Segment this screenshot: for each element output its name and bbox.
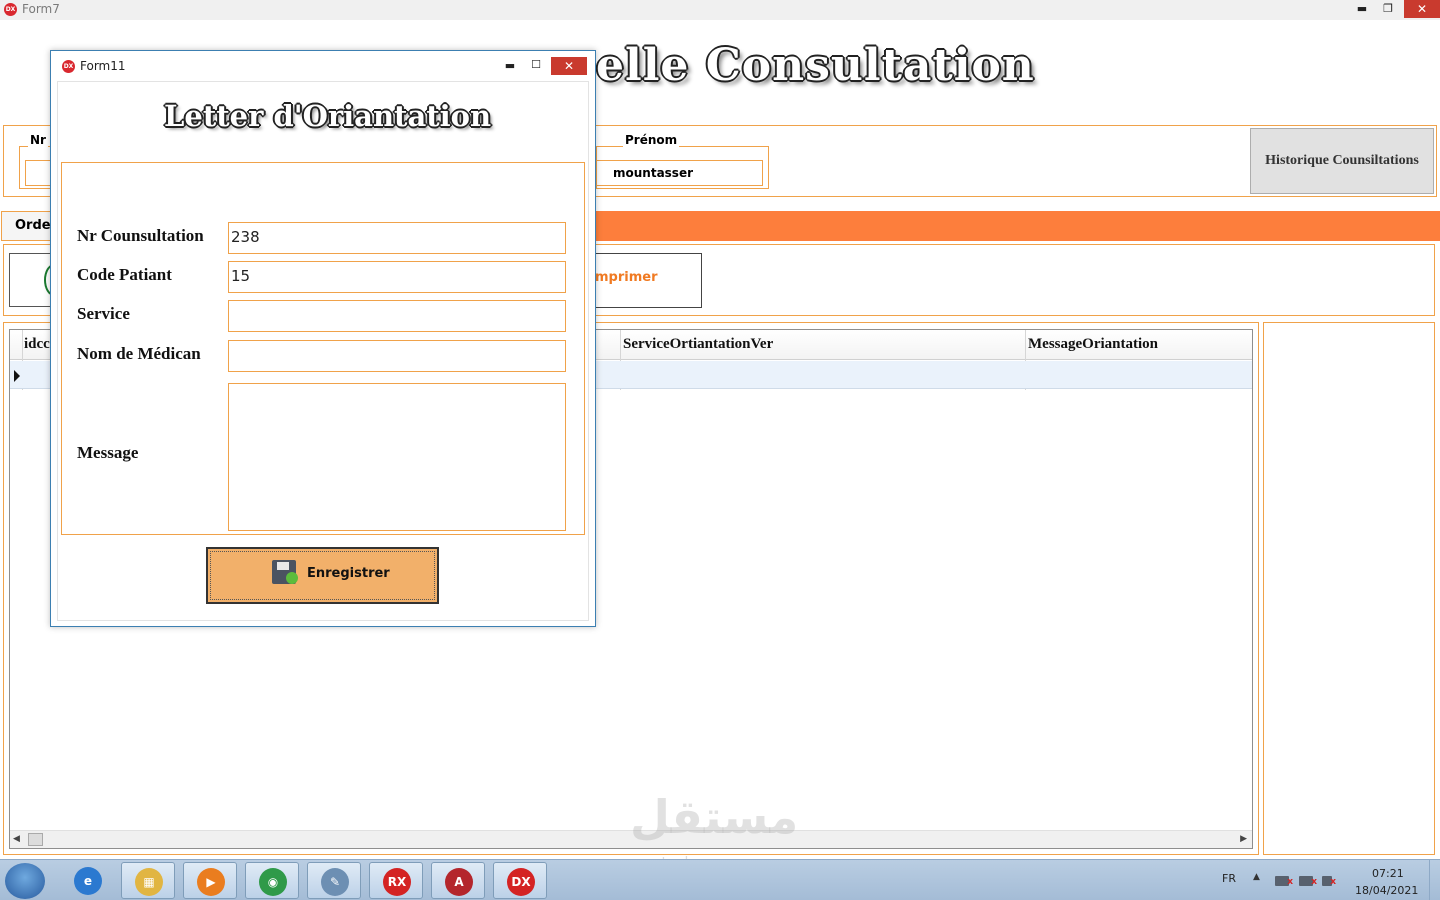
- enregistrer-label: Enregistrer: [307, 566, 390, 581]
- app-logo-icon: DX: [4, 3, 17, 16]
- dx-app-icon: DX: [507, 868, 535, 896]
- taskbar-access-button[interactable]: A: [431, 862, 485, 899]
- current-row-arrow-icon: [14, 370, 20, 382]
- column-header-service[interactable]: ServiceOrtiantationVer: [623, 336, 773, 353]
- historique-button[interactable]: Historique Counsiltations: [1250, 128, 1434, 194]
- code-patient-field[interactable]: 15: [228, 261, 566, 293]
- taskbar-rx-app-button[interactable]: RX: [369, 862, 423, 899]
- message-field[interactable]: [228, 383, 566, 531]
- scroll-thumb[interactable]: [28, 833, 43, 846]
- page-title: elle Consultation: [596, 40, 1035, 91]
- prenom-legend: Prénom: [623, 133, 680, 147]
- main-title-bar: DX Form7 ▬ ❐ ✕: [0, 0, 1440, 20]
- clock-time[interactable]: 07:21: [1372, 867, 1404, 880]
- side-panel: [1263, 322, 1435, 855]
- show-desktop-button[interactable]: [1429, 860, 1440, 900]
- column-header-idcc[interactable]: idcc: [24, 336, 50, 353]
- dialog-close-button[interactable]: ✕: [551, 57, 587, 75]
- start-button[interactable]: [5, 863, 45, 899]
- rx-app-icon: RX: [383, 868, 411, 896]
- service-label: Service: [77, 304, 130, 323]
- main-window-title: Form7: [22, 2, 60, 16]
- main-restore-button[interactable]: ❐: [1375, 0, 1401, 18]
- file-explorer-icon: ▦: [135, 868, 163, 896]
- imprimer-button[interactable]: mprimer: [590, 253, 702, 308]
- action-center-icon[interactable]: [1275, 876, 1293, 887]
- dialog-minimize-button[interactable]: ▬: [497, 57, 523, 75]
- column-header-message[interactable]: MessageOriantation: [1028, 336, 1158, 353]
- save-floppy-icon: [272, 560, 298, 584]
- internet-explorer-icon: e: [74, 867, 102, 895]
- language-indicator[interactable]: FR: [1222, 872, 1236, 885]
- enregistrer-button[interactable]: Enregistrer: [206, 547, 439, 604]
- main-minimize-button[interactable]: ▬: [1349, 0, 1375, 18]
- tab-strip-band: [595, 211, 1440, 241]
- nr-consultation-field[interactable]: 238: [228, 222, 566, 254]
- dialog-title: Form11: [80, 59, 126, 73]
- notepad-icon: ✎: [321, 868, 349, 896]
- dialog-title-bar: DX Form11 ▬ ☐ ✕: [51, 51, 595, 79]
- watermark-logo: مستقل: [630, 790, 799, 844]
- taskbar-media-player-button[interactable]: ▶: [183, 862, 237, 899]
- nom-medecin-label: Nom de Médican: [77, 344, 201, 363]
- taskbar-dx-app-button[interactable]: DX: [493, 862, 547, 899]
- volume-muted-icon[interactable]: [1322, 876, 1336, 887]
- taskbar-notepad-button[interactable]: ✎: [307, 862, 361, 899]
- show-hidden-icons-icon[interactable]: ▲: [1253, 872, 1260, 882]
- service-field[interactable]: [228, 300, 566, 332]
- code-patient-label: Code Patiant: [77, 265, 172, 284]
- scroll-left-icon[interactable]: ◀: [13, 834, 20, 844]
- nr-consultation-label: Nr Counsultation: [77, 226, 204, 245]
- prenom-field[interactable]: mountasser: [596, 160, 763, 186]
- taskbar: e ▦ ▶ ◉ ✎ RX A DX FR ▲ 07:21 18/04/2021: [0, 859, 1440, 900]
- network-icon[interactable]: [1299, 876, 1317, 887]
- dialog-maximize-button[interactable]: ☐: [523, 56, 549, 74]
- orientation-dialog: DX Form11 ▬ ☐ ✕ Letter d'Oriantation Nr …: [50, 50, 596, 627]
- main-close-button[interactable]: ✕: [1404, 0, 1440, 18]
- scroll-right-icon[interactable]: ▶: [1240, 834, 1247, 844]
- taskbar-chrome-button[interactable]: ◉: [245, 862, 299, 899]
- chrome-icon: ◉: [259, 868, 287, 896]
- access-icon: A: [445, 868, 473, 896]
- media-player-icon: ▶: [197, 868, 225, 896]
- message-label: Message: [77, 443, 139, 462]
- nom-medecin-field[interactable]: [228, 340, 566, 372]
- clock-date[interactable]: 18/04/2021: [1355, 884, 1418, 897]
- dialog-heading: Letter d'Oriantation: [164, 99, 492, 133]
- taskbar-file-explorer-button[interactable]: ▦: [121, 862, 175, 899]
- dialog-logo-icon: DX: [62, 60, 75, 73]
- add-button[interactable]: [9, 253, 64, 307]
- nr-legend: Nr: [28, 133, 48, 147]
- taskbar-internet-explorer-button[interactable]: e: [61, 862, 115, 899]
